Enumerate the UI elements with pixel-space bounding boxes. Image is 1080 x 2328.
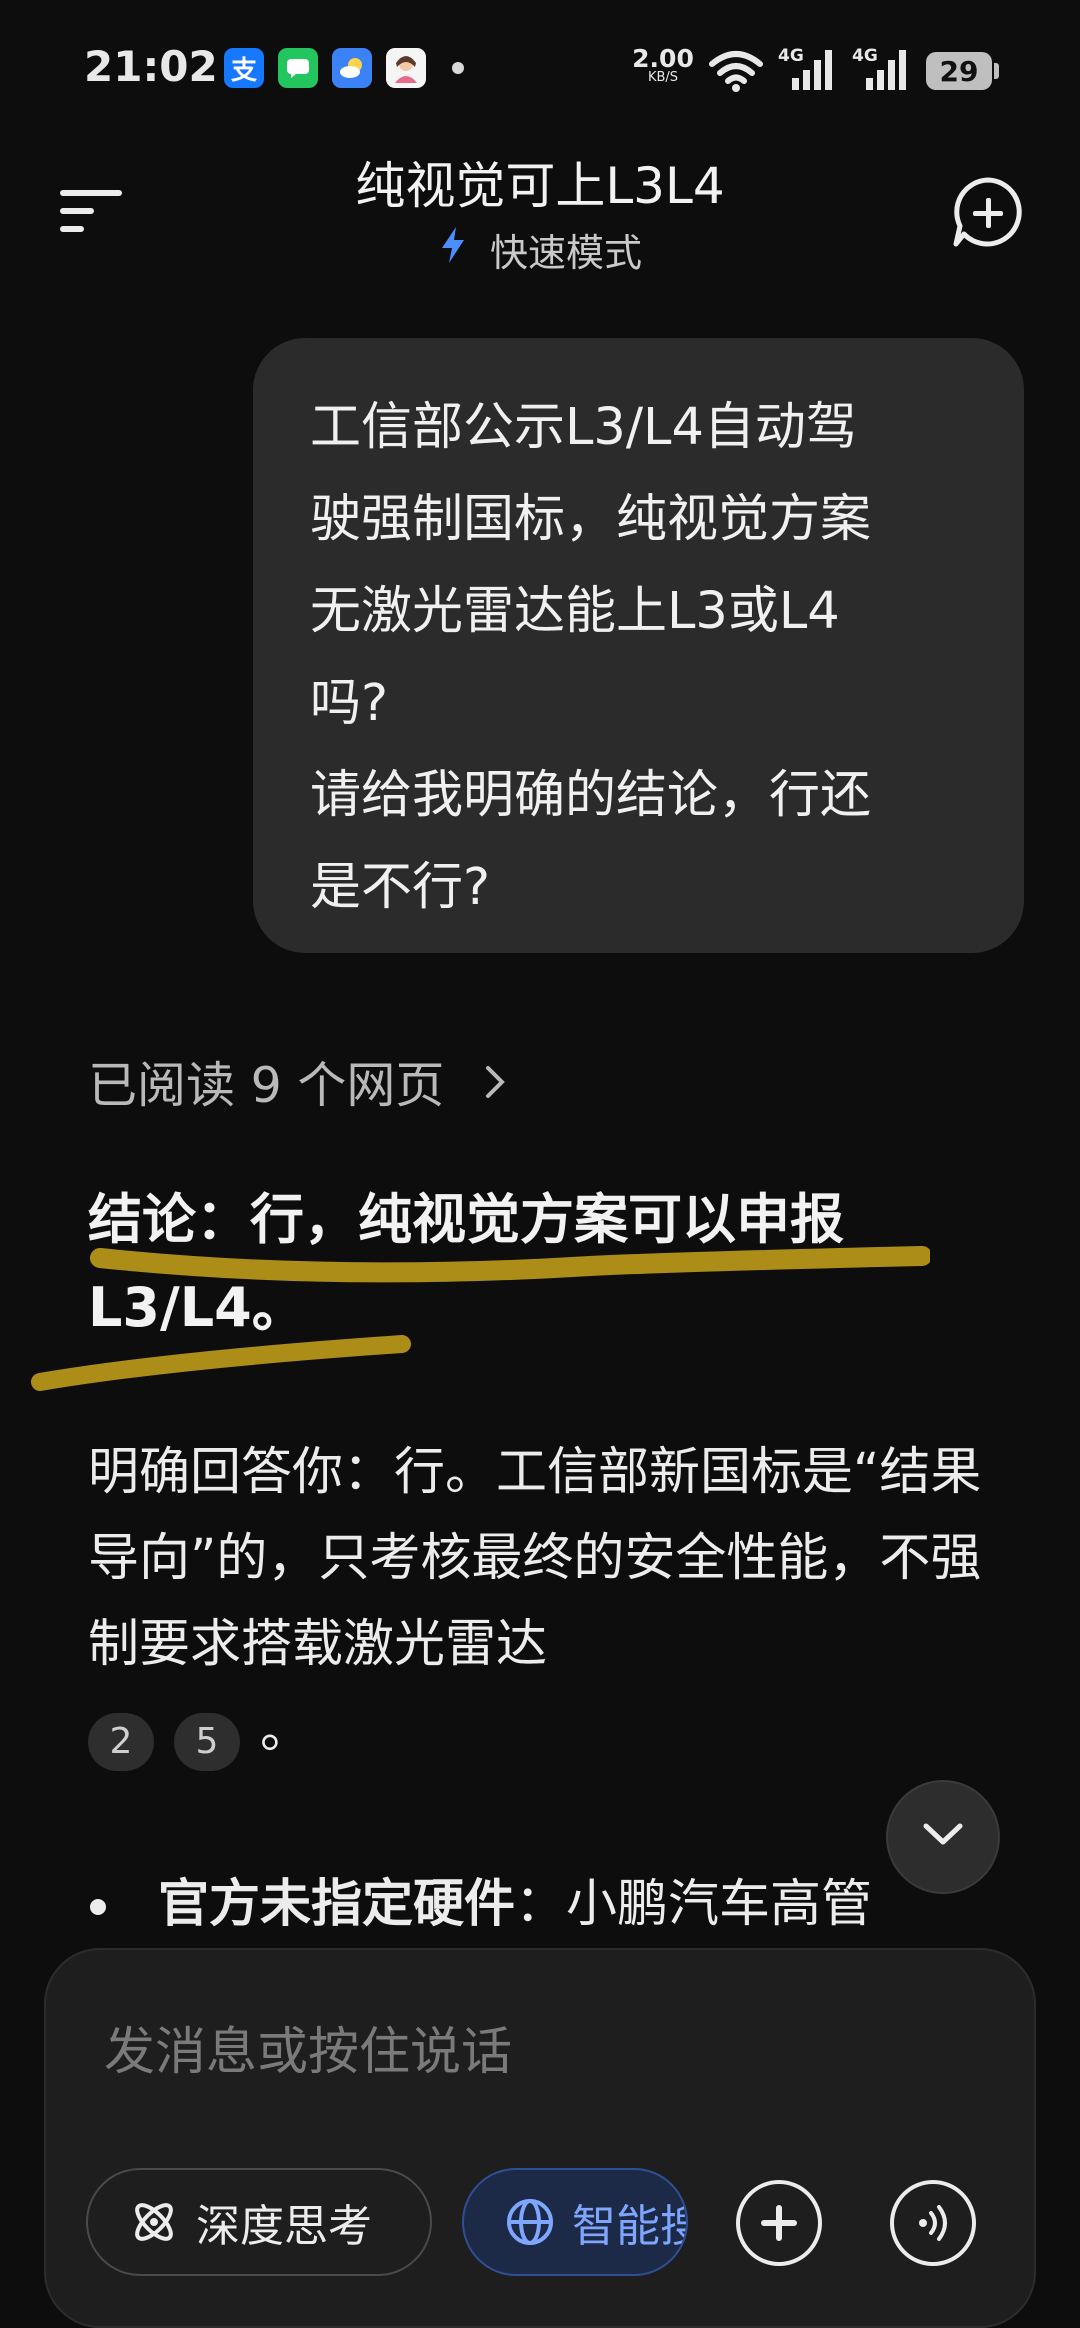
- weather-icon: [332, 48, 372, 88]
- bullet-dot: [90, 1899, 106, 1915]
- network-speed: 2.00 KB/S: [632, 44, 694, 85]
- voice-wave-icon: [909, 2199, 957, 2247]
- user-message-text: 工信部公示L3/L4自动驾 驶强制国标，纯视觉方案 无激光雷达能上L3或L4 吗…: [310, 398, 872, 917]
- answer-paragraph-text: 明确回答你：行。工信部新国标是“结果导向”的，只考核最终的安全性能，不强制要求搭…: [88, 1443, 982, 1674]
- atom-icon: [128, 2196, 180, 2248]
- message-input[interactable]: 发消息或按住说话: [104, 2010, 512, 2084]
- smart-search-label: 智能搜索: [572, 2201, 686, 2252]
- answer-bullet-item: 官方未指定硬件：小鹏汽车高管: [90, 1862, 1030, 1942]
- bullet-text: ：小鹏汽车高管: [515, 1875, 873, 1934]
- chevron-down-icon: [920, 1820, 966, 1854]
- read-pages-link[interactable]: 已阅读 9 个网页: [88, 1046, 508, 1117]
- chevron-right-icon: [482, 1057, 508, 1114]
- globe-icon: [504, 2196, 556, 2248]
- chat-title[interactable]: 纯视觉可上L3L4: [0, 146, 1080, 218]
- mode-indicator[interactable]: 快速模式: [0, 222, 1080, 277]
- smart-search-button[interactable]: 智能搜索: [462, 2168, 688, 2276]
- battery-indicator: 29: [926, 52, 992, 90]
- paragraph-end: 。: [260, 1701, 312, 1760]
- answer-paragraph: 明确回答你：行。工信部新国标是“结果导向”的，只考核最终的安全性能，不强制要求搭…: [88, 1430, 1008, 1774]
- wifi-icon: [708, 50, 764, 96]
- plus-icon: [757, 2201, 801, 2245]
- mode-label: 快速模式: [490, 231, 643, 275]
- alipay-icon: 支: [224, 48, 264, 88]
- read-pages-label: 已阅读 9 个网页: [88, 1057, 445, 1114]
- voice-call-button[interactable]: [890, 2180, 976, 2266]
- bullet-bold-text: 官方未指定硬件: [158, 1875, 516, 1934]
- scroll-down-button[interactable]: [886, 1780, 1000, 1894]
- citation-badge[interactable]: 5: [174, 1713, 240, 1771]
- deep-think-button[interactable]: 深度思考: [86, 2168, 432, 2276]
- signal-icon-2: 4G: [852, 46, 914, 92]
- signal-icon-1: 4G: [778, 46, 840, 92]
- avatar-app-icon: [386, 48, 426, 88]
- lightning-icon: [438, 227, 480, 274]
- citation-badge[interactable]: 2: [88, 1713, 154, 1771]
- answer-conclusion: 结论：行，纯视觉方案可以申报L3/L4。: [88, 1188, 844, 1339]
- battery-tip: [994, 63, 999, 79]
- deep-think-label: 深度思考: [196, 2201, 372, 2252]
- messages-icon: [278, 48, 318, 88]
- new-chat-icon[interactable]: [950, 174, 1026, 250]
- notification-more-dot: [452, 62, 464, 74]
- attach-button[interactable]: [736, 2180, 822, 2266]
- status-time: 21:02: [84, 42, 218, 91]
